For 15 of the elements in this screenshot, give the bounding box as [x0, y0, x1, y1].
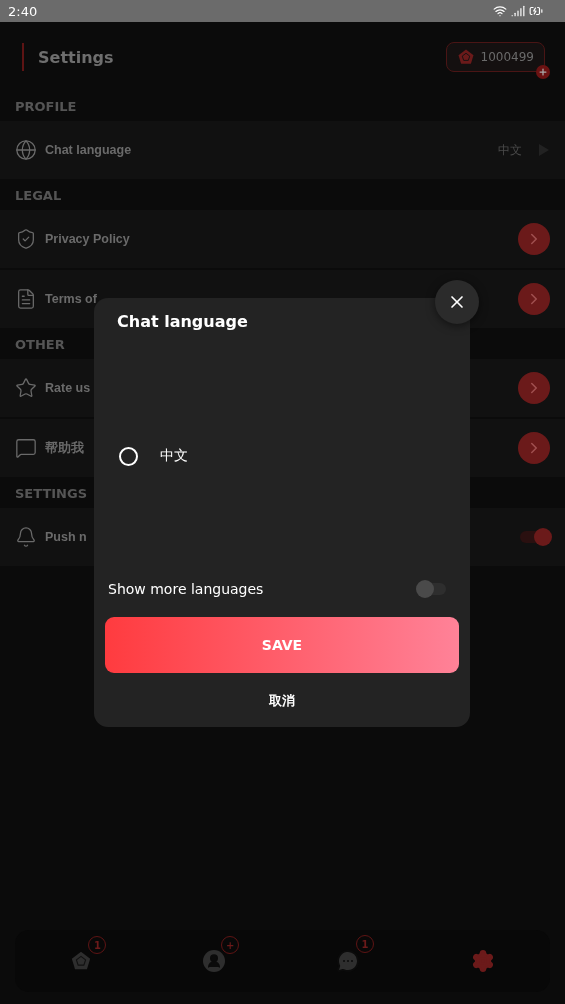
- status-time: 2:40: [8, 3, 38, 19]
- row-label: Privacy Policy: [45, 232, 130, 246]
- section-title: SETTINGS: [14, 485, 89, 503]
- section-title: PROFILE: [14, 98, 78, 116]
- section-title: LEGAL: [14, 187, 63, 205]
- row-label: Terms of: [45, 292, 97, 306]
- row-label: Rate us: [45, 381, 91, 395]
- option-label: 中文: [160, 447, 188, 465]
- page-title: Settings: [38, 47, 114, 67]
- row-label: Chat language: [45, 143, 132, 157]
- dialog-title: Chat language: [116, 312, 249, 331]
- row-label: Push n: [45, 530, 87, 544]
- row-label: 帮助我: [45, 439, 84, 457]
- toggle-label: Show more languages: [108, 581, 264, 597]
- section-title: OTHER: [14, 336, 66, 354]
